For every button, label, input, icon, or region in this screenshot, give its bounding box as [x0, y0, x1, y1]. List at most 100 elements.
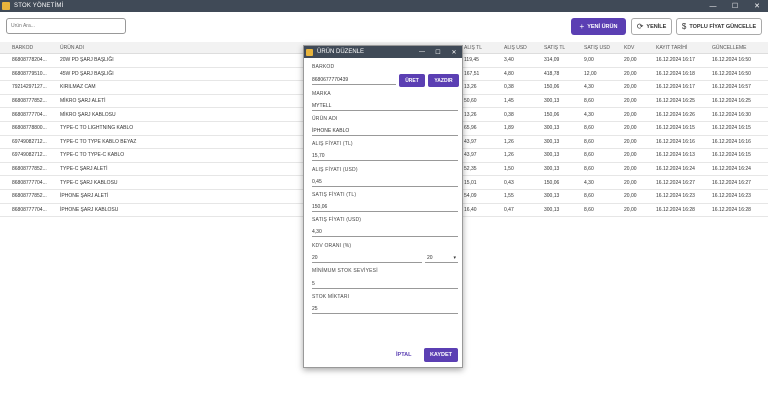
header-satis-tl[interactable]: SATIŞ TL: [544, 42, 582, 53]
cell-satis-tl: 300,13: [544, 152, 560, 159]
cell-kdv: 20,00: [624, 166, 637, 173]
cell-kdv: 20,00: [624, 84, 637, 91]
cell-kdv: 20,00: [624, 193, 637, 200]
cell-guncelleme: 16.12.2024 16:24: [712, 166, 751, 173]
cell-alis-tl: 43,97: [464, 152, 477, 159]
cell-satis-tl: 418,78: [544, 70, 560, 77]
kdv-label: KDV ORANI (%): [312, 243, 352, 249]
cell-alis-usd: 1,26: [504, 138, 514, 145]
cell-alis-usd: 0,47: [504, 206, 514, 213]
dialog-titlebar: ÜRÜN DÜZENLE — ☐ ✕: [304, 46, 462, 58]
header-satis-usd[interactable]: SATIŞ USD: [584, 42, 622, 53]
cell-alis-usd: 0,38: [504, 84, 514, 91]
cell-satis-usd: 8,60: [584, 98, 594, 105]
cell-kdv: 20,00: [624, 152, 637, 159]
dialog-minimize-button[interactable]: —: [414, 49, 430, 56]
cell-satis-tl: 300,13: [544, 125, 560, 132]
cell-satis-usd: 8,60: [584, 138, 594, 145]
cell-kdv: 20,00: [624, 138, 637, 145]
cell-alis-usd: 3,40: [504, 57, 514, 64]
cell-alis-tl: 50,60: [464, 98, 477, 105]
satis-tl-field[interactable]: 150,06: [312, 202, 458, 212]
cell-kayit-tarihi: 16.12.2024 16:23: [656, 193, 695, 200]
dialog-maximize-button[interactable]: ☐: [430, 49, 446, 56]
bulk-price-update-label: TOPLU FİYAT GÜNCELLE: [689, 23, 757, 30]
satis-tl-label: SATIŞ FİYATI (TL): [312, 192, 357, 198]
kdv-field[interactable]: 20: [312, 253, 422, 263]
marka-label: MARKA: [312, 91, 331, 97]
cell-alis-tl: 65,96: [464, 125, 477, 132]
urun-adi-label: ÜRÜN ADI: [312, 116, 338, 122]
cell-kdv: 20,00: [624, 98, 637, 105]
cell-guncelleme: 16.12.2024 16:16: [712, 138, 751, 145]
satis-usd-field[interactable]: 4,30: [312, 227, 458, 237]
generate-barcode-button[interactable]: ÜRET: [399, 74, 425, 87]
window-title: STOK YÖNETİMİ: [14, 3, 64, 9]
save-button[interactable]: KAYDET: [424, 348, 458, 362]
cell-alis-usd: 1,50: [504, 166, 514, 173]
cell-kdv: 20,00: [624, 57, 637, 64]
header-alis-tl[interactable]: ALIŞ TL: [464, 42, 502, 53]
alis-tl-field[interactable]: 15,70: [312, 151, 458, 161]
cell-satis-usd: 8,60: [584, 193, 594, 200]
cell-alis-usd: 0,38: [504, 111, 514, 118]
refresh-button[interactable]: ⟳ YENİLE: [631, 18, 672, 35]
cell-alis-usd: 1,26: [504, 152, 514, 159]
cell-guncelleme: 16.12.2024 16:28: [712, 206, 751, 213]
cell-satis-usd: 8,60: [584, 206, 594, 213]
maximize-button[interactable]: ☐: [724, 0, 746, 12]
cell-barkod: 86808777852...: [12, 98, 47, 105]
kdv-rate-select-value: 20: [427, 255, 433, 261]
marka-field[interactable]: MYTELL: [312, 101, 458, 111]
dialog-app-icon: [306, 48, 313, 56]
dialog-title: ÜRÜN DÜZENLE: [317, 49, 365, 55]
alis-usd-field[interactable]: 0,45: [312, 177, 458, 187]
cell-barkod: 86808777704...: [12, 111, 47, 118]
app-icon: [2, 2, 10, 10]
minimize-button[interactable]: —: [702, 0, 724, 12]
cancel-button[interactable]: İPTAL: [396, 352, 411, 358]
dialog-close-button[interactable]: ✕: [446, 49, 462, 56]
header-guncelleme[interactable]: GÜNCELLEME: [712, 42, 766, 53]
cell-kayit-tarihi: 16.12.2024 16:17: [656, 84, 695, 91]
cell-alis-usd: 4,80: [504, 70, 514, 77]
cell-kayit-tarihi: 16.12.2024 16:16: [656, 138, 695, 145]
new-product-button[interactable]: + YENİ ÜRÜN: [571, 18, 626, 35]
barkod-field[interactable]: 8680677770439: [312, 75, 396, 85]
header-kdv[interactable]: KDV: [624, 42, 654, 53]
edit-product-dialog: ÜRÜN DÜZENLE — ☐ ✕ BARKOD 8680677770439 …: [303, 45, 463, 368]
bulk-price-update-button[interactable]: $ TOPLU FİYAT GÜNCELLE: [676, 18, 762, 35]
header-kayit-tarihi[interactable]: KAYIT TARİHİ: [656, 42, 710, 53]
cell-alis-tl: 43,97: [464, 138, 477, 145]
refresh-label: YENİLE: [646, 23, 667, 30]
cell-barkod: 86808777852...: [12, 193, 47, 200]
cell-guncelleme: 16.12.2024 16:50: [712, 57, 751, 64]
cell-urun-adi: KIRILMAZ CAM: [60, 84, 96, 91]
print-barcode-button[interactable]: YAZDIR: [428, 74, 459, 87]
cell-alis-tl: 16,40: [464, 206, 477, 213]
stok-miktari-label: STOK MİKTARI: [312, 294, 350, 300]
cell-kdv: 20,00: [624, 125, 637, 132]
refresh-icon: ⟳: [636, 22, 644, 31]
header-barkod[interactable]: BARKOD: [12, 42, 58, 53]
cell-barkod: 86808778204...: [12, 57, 47, 64]
cell-kayit-tarihi: 16.12.2024 16:28: [656, 206, 695, 213]
cell-guncelleme: 16.12.2024 16:30: [712, 111, 751, 118]
cell-urun-adi: 45W PD ŞARJ BAŞLIĞI: [60, 70, 114, 77]
stok-miktari-field[interactable]: 25: [312, 304, 458, 314]
urun-adi-field[interactable]: İPHONE KABLO: [312, 126, 458, 136]
cell-urun-adi: İPHONE ŞARJ ALETİ: [60, 193, 109, 200]
min-stok-field[interactable]: 5: [312, 279, 458, 289]
cell-guncelleme: 16.12.2024 16:23: [712, 193, 751, 200]
cell-satis-tl: 150,06: [544, 179, 560, 186]
cell-urun-adi: İPHONE ŞARJ KABLOSU: [60, 206, 119, 213]
close-button[interactable]: ✕: [746, 0, 768, 12]
cell-satis-usd: 12,00: [584, 70, 597, 77]
kdv-rate-select[interactable]: 20 ▾: [425, 253, 458, 263]
search-input[interactable]: [6, 18, 126, 34]
cell-kdv: 20,00: [624, 111, 637, 118]
header-urun-adi[interactable]: ÜRÜN ADI: [60, 42, 300, 53]
header-alis-usd[interactable]: ALIŞ USD: [504, 42, 542, 53]
cell-kdv: 20,00: [624, 70, 637, 77]
cell-alis-usd: 1,45: [504, 98, 514, 105]
